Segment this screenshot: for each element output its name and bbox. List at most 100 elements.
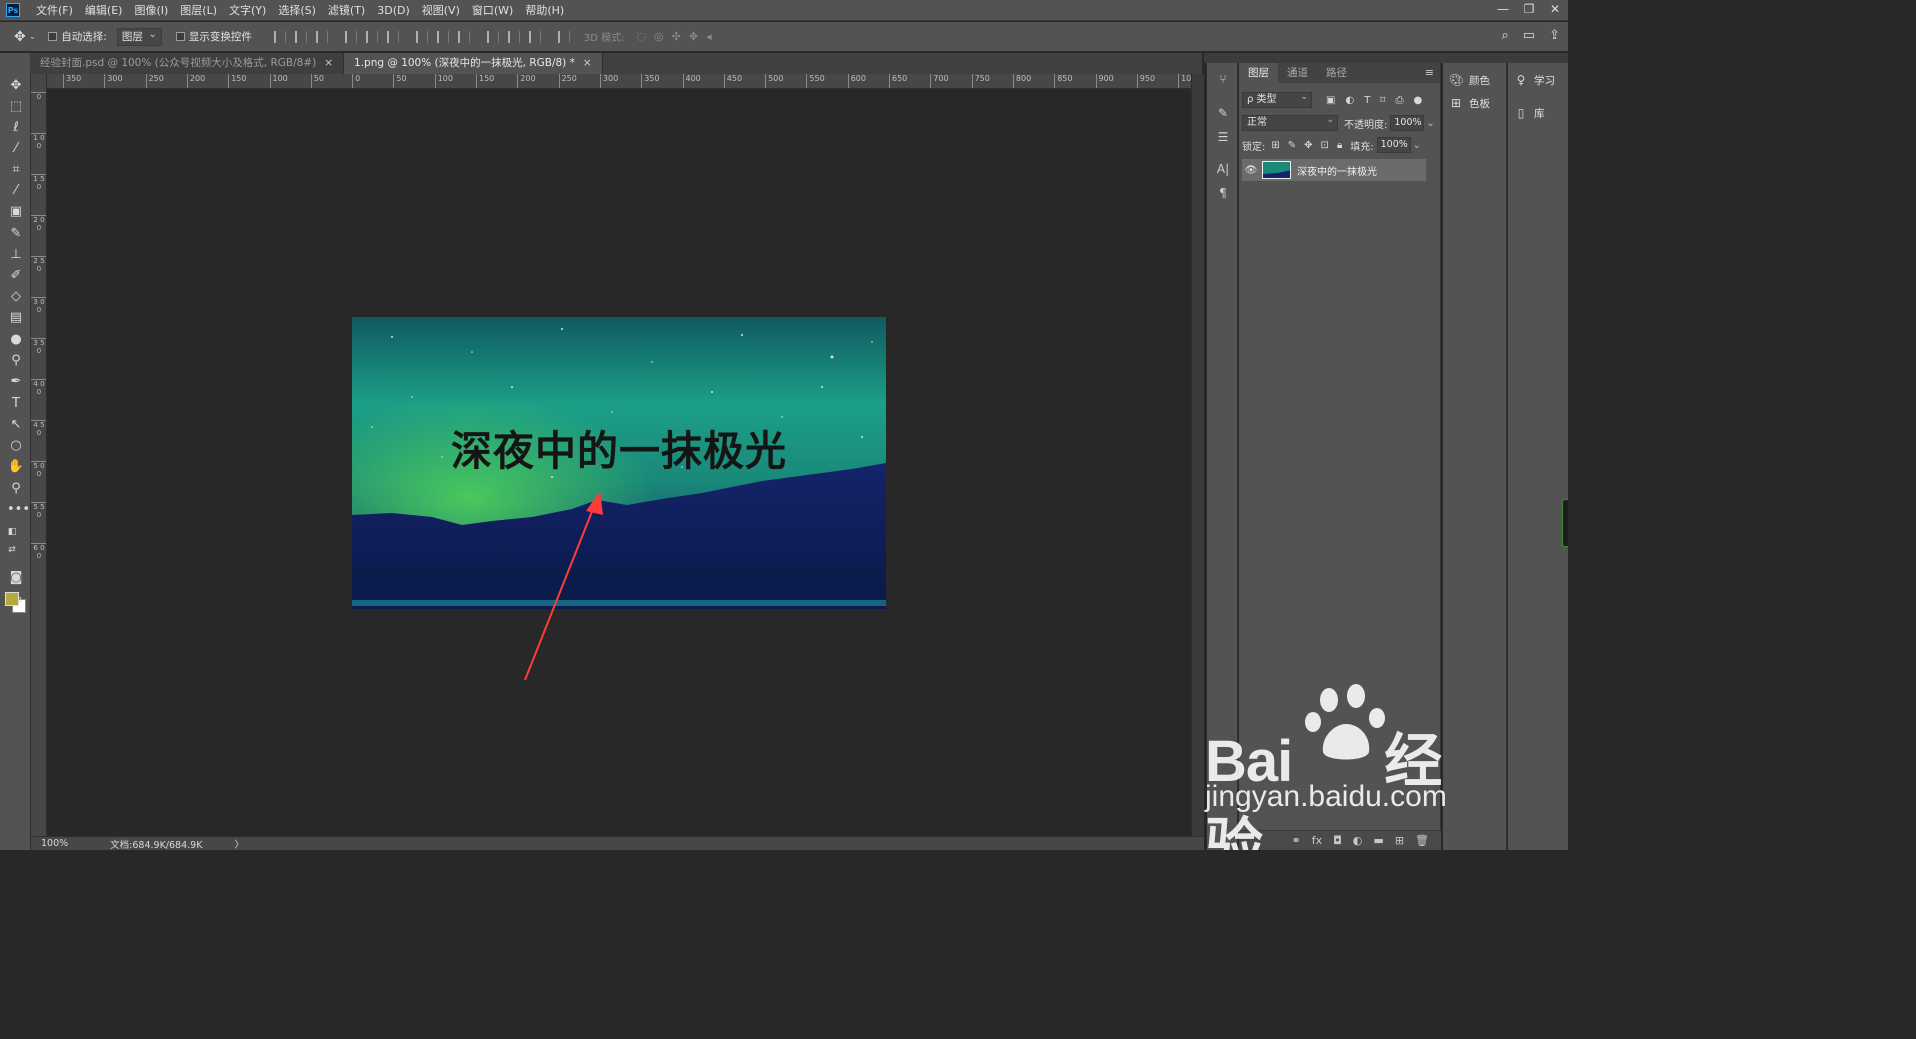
distribute-bottom-icon[interactable]: [457, 30, 470, 43]
close-window-button[interactable]: ✕: [1542, 0, 1568, 21]
brush-tool-icon[interactable]: ✎: [7, 225, 25, 243]
tab-png-document[interactable]: 1.png @ 100% (深夜中的一抹极光, RGB/8) * ×: [344, 53, 603, 74]
search-icon[interactable]: ⌕: [1502, 28, 1509, 43]
3d-mode-icons[interactable]: ◌◎✣✥◂: [636, 30, 719, 43]
history-panel-icon[interactable]: ⑂: [1215, 71, 1231, 87]
auto-select-checkbox[interactable]: 自动选择:: [48, 29, 107, 44]
menu-view[interactable]: 视图(V): [416, 0, 466, 21]
opacity-chevron-icon[interactable]: ⌄: [1426, 118, 1434, 129]
swap-colors-icon[interactable]: ◧ ⇄: [3, 523, 21, 555]
tab-psd-document[interactable]: 经验封面.psd @ 100% (公众号视频大小及格式, RGB/8#) ×: [30, 53, 345, 74]
learn-panel-button[interactable]: ♀ 学习: [1514, 71, 1555, 89]
vertical-scrollbar[interactable]: [1191, 74, 1204, 836]
move-tool-icon[interactable]: ✥: [7, 77, 25, 95]
auto-select-dropdown[interactable]: 图层: [116, 27, 162, 46]
canvas-area[interactable]: 深夜中的一抹极光: [47, 89, 1191, 836]
eraser-tool-icon[interactable]: ◇: [7, 288, 25, 306]
hand-tool-icon[interactable]: ✋: [7, 458, 25, 476]
close-tab-icon[interactable]: ×: [583, 57, 592, 69]
panel-menu-icon[interactable]: ≡: [1425, 66, 1434, 79]
filter-type-icon[interactable]: T: [1364, 95, 1370, 106]
dodge-tool-icon[interactable]: ⚲: [7, 352, 25, 370]
stamp-tool-icon[interactable]: ⊥: [7, 246, 25, 264]
magic-wand-tool-icon[interactable]: ⁄: [7, 140, 25, 158]
zoom-tool-icon[interactable]: ⚲: [7, 480, 25, 498]
brush-settings-icon[interactable]: ✎: [1215, 105, 1231, 121]
menu-3d[interactable]: 3D(D): [371, 0, 416, 21]
align-bottom-icon[interactable]: [315, 30, 328, 43]
align-vcenter-icon[interactable]: [294, 30, 307, 43]
distribute-vcenter-icon[interactable]: [436, 30, 449, 43]
move-tool-icon[interactable]: ✥: [14, 29, 26, 45]
filter-shape-icon[interactable]: ⌑: [1380, 95, 1385, 106]
menu-window[interactable]: 窗口(W): [466, 0, 519, 21]
lock-position-icon[interactable]: ✥: [1304, 140, 1312, 151]
eyedropper-tool-icon[interactable]: ⁄: [7, 182, 25, 200]
color-panel-button[interactable]: 🎨︎ 颜色: [1449, 71, 1490, 89]
dock-collapse-bar[interactable]: [1204, 53, 1568, 63]
align-hcenter-icon[interactable]: [365, 30, 378, 43]
auto-select-check-icon[interactable]: [48, 32, 58, 41]
distribute-right-icon[interactable]: [528, 30, 541, 43]
menu-image[interactable]: 图像(I): [128, 0, 174, 21]
status-menu-arrow[interactable]: 〉: [234, 837, 244, 851]
blur-tool-icon[interactable]: ●: [7, 331, 25, 349]
blend-mode-dropdown[interactable]: 正常: [1242, 113, 1338, 131]
workspace-icon[interactable]: ▭: [1523, 28, 1535, 43]
align-left-icon[interactable]: [344, 30, 357, 43]
menu-select[interactable]: 选择(S): [272, 0, 322, 21]
tab-channels[interactable]: 通道: [1278, 63, 1317, 83]
swatches-panel-button[interactable]: ⊞ 色板: [1449, 94, 1490, 112]
filter-smart-object-icon[interactable]: ⎙: [1395, 95, 1403, 106]
menu-file[interactable]: 文件(F): [30, 0, 79, 21]
crop-tool-icon[interactable]: ⌗: [7, 161, 25, 179]
ellipse-tool-icon[interactable]: ○: [7, 437, 25, 455]
tab-paths[interactable]: 路径: [1317, 63, 1356, 83]
pen-tool-icon[interactable]: ✒: [7, 373, 25, 391]
filter-pixel-icon[interactable]: ▣: [1326, 95, 1335, 106]
zoom-level[interactable]: 100%: [41, 838, 68, 849]
restore-button[interactable]: ❐: [1516, 0, 1542, 21]
distribute-top-icon[interactable]: [415, 30, 428, 43]
share-icon[interactable]: ⇪: [1549, 28, 1560, 43]
gradient-tool-icon[interactable]: ▤: [7, 309, 25, 327]
show-transform-checkbox[interactable]: 显示变换控件: [175, 29, 252, 44]
auto-align-icon[interactable]: [557, 30, 570, 43]
more-tools-icon[interactable]: •••: [7, 501, 30, 519]
fill-input[interactable]: 100%: [1376, 137, 1411, 153]
lock-all-icon[interactable]: 🔒︎: [1337, 140, 1342, 151]
tool-preset-chevron-icon[interactable]: ⌄: [29, 32, 37, 42]
layer-row[interactable]: 👁︎ 深夜中的一抹极光: [1242, 159, 1426, 181]
menu-help[interactable]: 帮助(H): [519, 0, 570, 21]
minimize-button[interactable]: —: [1490, 0, 1516, 21]
show-transform-check-icon[interactable]: [175, 32, 185, 41]
lock-transparent-icon[interactable]: ⊞: [1271, 140, 1279, 151]
filter-adjustment-icon[interactable]: ◐: [1345, 95, 1354, 106]
frame-tool-icon[interactable]: ▣: [7, 203, 25, 221]
layer-name[interactable]: 深夜中的一抹极光: [1297, 163, 1377, 178]
distribute-left-icon[interactable]: [486, 30, 499, 43]
history-brush-tool-icon[interactable]: ✐: [7, 267, 25, 285]
layer-filter-dropdown[interactable]: ρ 类型: [1242, 90, 1312, 108]
foreground-color-swatch[interactable]: [5, 592, 19, 606]
horizontal-ruler[interactable]: 350 300 250 200 150 100 50 0 50 100 150 200 250 300 35…: [47, 74, 1191, 89]
distribute-hcenter-icon[interactable]: [507, 30, 520, 43]
menu-edit[interactable]: 编辑(E): [79, 0, 129, 21]
paragraph-panel-icon[interactable]: ¶: [1215, 185, 1231, 201]
lasso-tool-icon[interactable]: ℓ: [7, 119, 25, 137]
menu-type[interactable]: 文字(Y): [223, 0, 272, 21]
character-panel-icon[interactable]: A|: [1215, 161, 1231, 177]
type-tool-icon[interactable]: T: [7, 395, 25, 413]
visibility-eye-icon[interactable]: 👁︎: [1242, 165, 1260, 176]
edge-drag-handle[interactable]: [1562, 499, 1568, 547]
quick-mask-icon[interactable]: ◙: [7, 569, 25, 587]
align-right-icon[interactable]: [386, 30, 399, 43]
tab-layers[interactable]: 图层: [1239, 63, 1278, 83]
menu-layer[interactable]: 图层(L): [174, 0, 223, 21]
filter-toggle-icon[interactable]: ●: [1413, 95, 1422, 106]
vertical-ruler[interactable]: 0 1 0 0 1 5 0 2 0 0 2 5 0 3 0 0 3 5 0 4 0 0 4 5 …: [31, 74, 47, 836]
menu-filter[interactable]: 滤镜(T): [322, 0, 371, 21]
opacity-input[interactable]: 100%: [1390, 115, 1425, 131]
path-select-tool-icon[interactable]: ↖: [7, 416, 25, 434]
library-panel-button[interactable]: ▯ 库: [1514, 104, 1545, 122]
